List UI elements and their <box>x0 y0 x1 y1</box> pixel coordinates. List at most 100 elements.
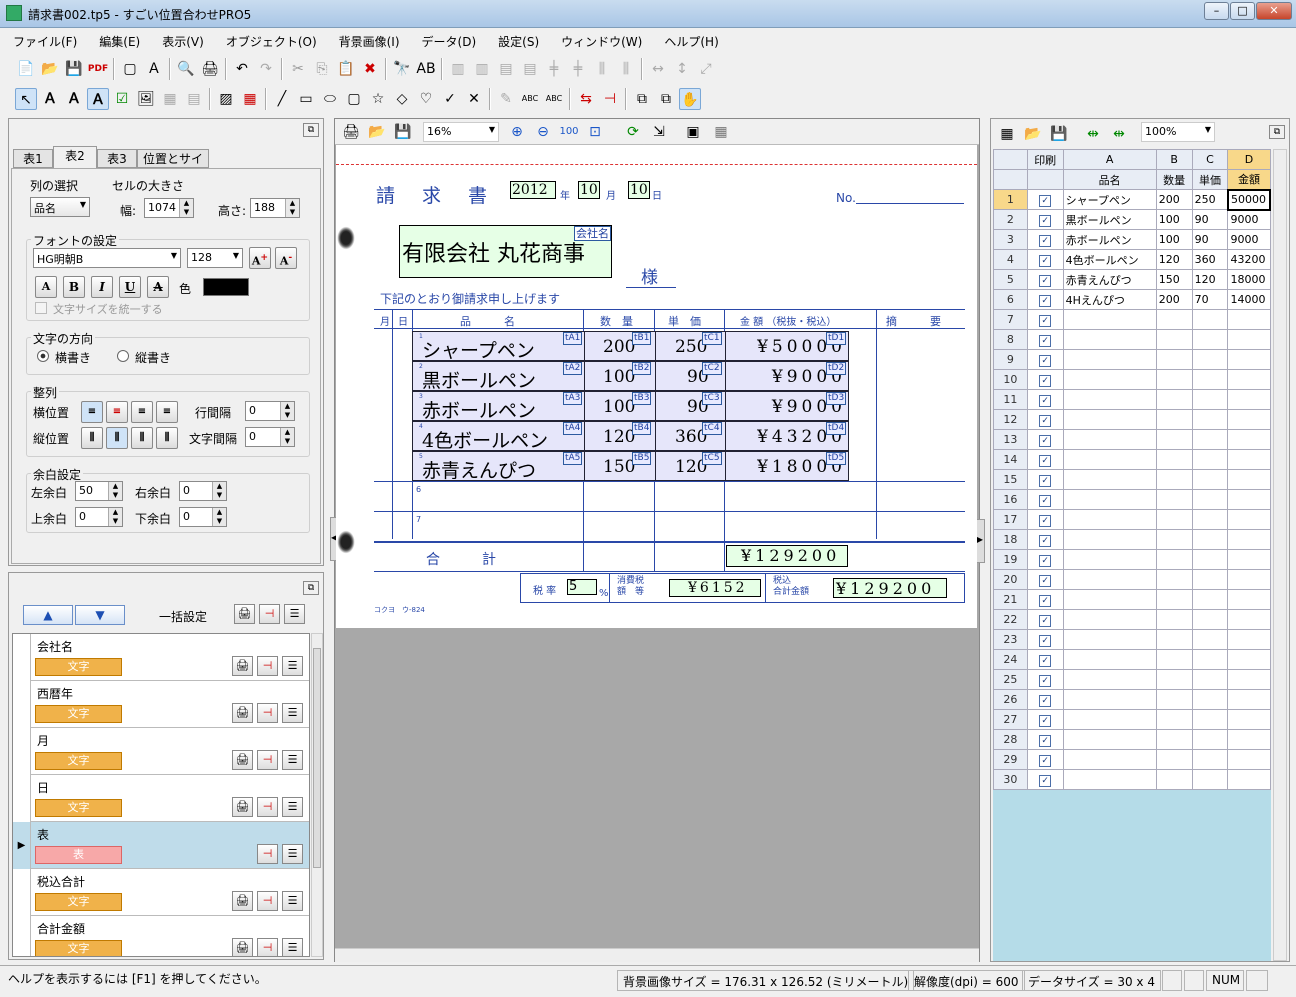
canvas-save-icon[interactable]: 💾 <box>392 121 414 143</box>
cell-c[interactable]: 360 <box>1191 249 1229 270</box>
cell-b[interactable]: 150 <box>1155 269 1193 290</box>
zoom-in-icon[interactable]: ⊕ <box>506 121 528 143</box>
column-select-dropdown[interactable]: 品名 ▼ <box>30 197 90 217</box>
same-width-icon[interactable]: ↔ <box>647 58 669 80</box>
color-swatch[interactable] <box>203 278 249 296</box>
align-right-icon[interactable]: ▤ <box>519 58 541 80</box>
invoice-line-row[interactable]: 2 黒ボールペン tA2 100 tB2 90 tC2 ¥9000 tD2 <box>412 361 849 392</box>
year-field[interactable]: 2012 <box>510 181 556 199</box>
height-input[interactable]: 188 ▲ ▼ <box>250 198 300 218</box>
row-print-checkbox[interactable]: ✓ <box>1039 414 1052 427</box>
data-row[interactable]: 19 ✓ <box>993 549 1271 570</box>
data-row[interactable]: 3 ✓ 赤ボールペン 100 90 9000 <box>993 229 1271 250</box>
menu-item[interactable]: 編集(E) <box>86 30 149 50</box>
align-justify-button[interactable]: ≡ <box>156 401 178 423</box>
underline-button[interactable]: U <box>119 276 141 298</box>
object-list-item[interactable]: 日文字 🖨 ⊣ ☰ <box>13 775 309 822</box>
grid-toggle-icon[interactable]: ▦ <box>710 121 732 143</box>
row-print-checkbox[interactable]: ✓ <box>1039 714 1052 727</box>
move-down-button[interactable]: ▼ <box>75 605 125 625</box>
copy-icon[interactable]: ⎘ <box>311 58 333 80</box>
canvas-h-scrollbar[interactable] <box>335 948 979 962</box>
tax-field[interactable]: ¥6152 <box>669 579 761 597</box>
cell-b[interactable]: 100 <box>1155 209 1193 230</box>
unify-size-checkbox[interactable] <box>35 302 47 314</box>
refresh-icon[interactable]: ⟳ <box>622 121 644 143</box>
font-name-select[interactable]: HG明朝B ▼ <box>33 248 181 268</box>
print-toggle-icon[interactable]: 🖨 <box>232 750 253 770</box>
object-list-item[interactable]: 税込合計 文字 🖨 ⊣ ☰ <box>13 869 309 916</box>
data-v-scrollbar[interactable] <box>1273 149 1287 961</box>
pin-toggle-icon[interactable]: ⊣ <box>257 750 278 770</box>
align-center-v-icon[interactable]: ╪ <box>543 58 565 80</box>
row-print-checkbox[interactable]: ✓ <box>1039 434 1052 447</box>
data-row[interactable]: 16 ✓ <box>993 489 1271 510</box>
cross-shape-icon[interactable]: ✕ <box>463 88 485 110</box>
data-row[interactable]: 9 ✓ <box>993 349 1271 370</box>
page-frame-icon[interactable]: ▣ <box>682 121 704 143</box>
list-props-icon[interactable]: ☰ <box>282 938 303 956</box>
same-size-icon[interactable]: ⤢ <box>695 58 717 80</box>
redo-icon[interactable]: ↷ <box>255 58 277 80</box>
move-up-button[interactable]: ▲ <box>23 605 73 625</box>
distribute-v-icon[interactable]: ⫼ <box>615 58 637 80</box>
row-print-checkbox[interactable]: ✓ <box>1039 374 1052 387</box>
data-open-icon[interactable]: 📂 <box>1022 123 1044 145</box>
cell-c[interactable]: 70 <box>1191 289 1229 310</box>
data-row[interactable]: 17 ✓ <box>993 509 1271 530</box>
row-print-checkbox[interactable]: ✓ <box>1039 254 1052 267</box>
menu-item[interactable]: データ(D) <box>409 30 486 50</box>
page-object-icon[interactable]: ▤ <box>183 88 205 110</box>
width-input[interactable]: 1074 ▲ ▼ <box>144 198 194 218</box>
objects-panel-restore-icon[interactable]: ⧉ <box>303 581 319 595</box>
row-print-checkbox[interactable]: ✓ <box>1039 274 1052 287</box>
bottom-margin-input[interactable]: 0 ▲ ▼ <box>179 507 227 527</box>
font-grow-button[interactable]: A+ <box>249 247 271 269</box>
row-print-checkbox[interactable]: ✓ <box>1039 534 1052 547</box>
row-print-checkbox[interactable]: ✓ <box>1039 294 1052 307</box>
print-toggle-icon[interactable]: 🖨 <box>232 891 253 911</box>
same-height-icon[interactable]: ↕ <box>671 58 693 80</box>
ellipse-shape-icon[interactable]: ⬭ <box>319 88 341 110</box>
replace-icon[interactable]: AB <box>415 58 437 80</box>
data-row[interactable]: 5 ✓ 赤青えんぴつ 150 120 18000 <box>993 269 1271 290</box>
row-print-checkbox[interactable]: ✓ <box>1039 694 1052 707</box>
col-header-b[interactable]: B <box>1155 149 1193 170</box>
list-props-icon[interactable]: ☰ <box>282 656 303 676</box>
cell-a[interactable]: シャープペン <box>1062 189 1157 210</box>
table-text-object-icon[interactable]: Ａ <box>87 88 109 110</box>
top-margin-input[interactable]: 0 ▲ ▼ <box>75 507 123 527</box>
data-row[interactable]: 1 ✓ シャープペン 200 250 50000 <box>993 188 1271 211</box>
cell-a[interactable]: 4Hえんぴつ <box>1062 289 1157 310</box>
save-icon[interactable]: 💾 <box>63 58 85 80</box>
data-row[interactable]: 22 ✓ <box>993 609 1271 630</box>
data-zoom-select[interactable]: 100% ▼ <box>1141 122 1215 142</box>
data-table-icon[interactable]: ▦ <box>996 123 1018 145</box>
align-right-button[interactable]: ≡ <box>131 401 153 423</box>
menu-item[interactable]: 背景画像(I) <box>326 30 409 50</box>
data-row[interactable]: 25 ✓ <box>993 669 1271 690</box>
vertical-radio[interactable] <box>117 350 129 362</box>
row-print-checkbox[interactable]: ✓ <box>1039 354 1052 367</box>
cell-d[interactable]: 9000 <box>1227 229 1271 250</box>
group-icon[interactable]: ⧉ <box>631 88 653 110</box>
menu-item[interactable]: 設定(S) <box>485 30 548 50</box>
invoice-line-row[interactable]: 5 赤青えんぴつ tA5 150 tB5 120 tC5 ¥18000 tD5 <box>412 451 849 482</box>
field-abc2-icon[interactable]: ABC <box>543 88 565 110</box>
cell-d[interactable]: 9000 <box>1227 209 1271 230</box>
new-file-icon[interactable]: 📄 <box>15 58 37 80</box>
list-props-icon[interactable]: ☰ <box>282 891 303 911</box>
cell-a[interactable]: 赤青えんぴつ <box>1062 269 1157 290</box>
close-button[interactable]: ✕ <box>1256 2 1292 20</box>
align-center-button[interactable]: ≡ <box>106 401 128 423</box>
cell-b[interactable]: 100 <box>1155 229 1193 250</box>
list-props-icon[interactable]: ☰ <box>282 844 303 864</box>
cell-c[interactable]: 90 <box>1191 209 1229 230</box>
open-folder-icon[interactable]: 📂 <box>39 58 61 80</box>
line-spacing-input[interactable]: 0 ▲ ▼ <box>245 401 295 421</box>
list-props-icon[interactable]: ☰ <box>282 750 303 770</box>
tab-1[interactable]: 表2 <box>53 146 97 168</box>
undo-icon[interactable]: ↶ <box>231 58 253 80</box>
list-props-icon[interactable]: ☰ <box>282 703 303 723</box>
image-object-icon[interactable]: 🖼 <box>135 88 157 110</box>
